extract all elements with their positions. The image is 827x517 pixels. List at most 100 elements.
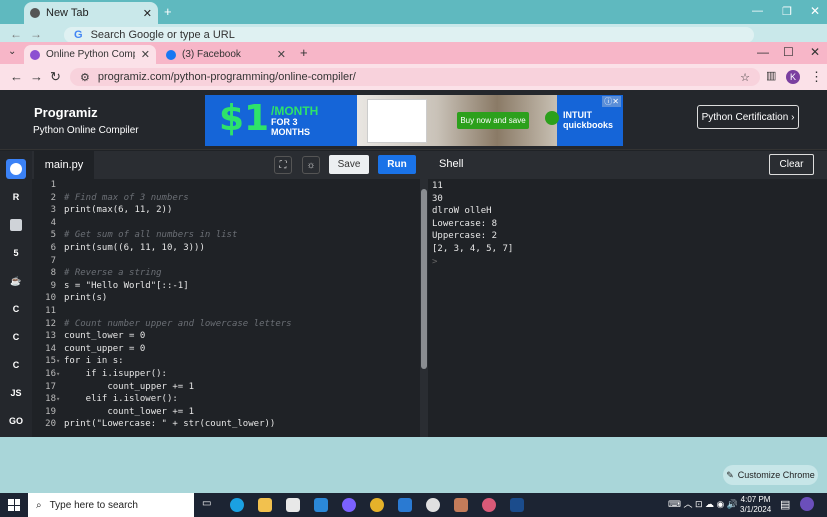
sidebar-item-python[interactable] <box>6 159 26 179</box>
sidebar-item-java[interactable]: ☕ <box>6 271 26 291</box>
clear-button[interactable]: Clear <box>769 154 814 175</box>
minimize-icon[interactable]: — <box>757 45 769 59</box>
bookmark-star-icon[interactable]: ☆ <box>740 71 750 84</box>
side-panel-icon[interactable]: ▥ <box>766 69 776 82</box>
python-certification-button[interactable]: Python Certification › <box>697 105 799 129</box>
maximize-icon[interactable]: ❐ <box>782 5 792 18</box>
sidebar-item-html[interactable]: 5 <box>6 243 26 263</box>
close-icon[interactable]: ✕ <box>143 7 152 20</box>
copilot-icon[interactable] <box>800 497 814 511</box>
code-line[interactable]: 1 <box>32 179 420 192</box>
tab-search-icon[interactable]: ⌄ <box>8 46 16 57</box>
code-line[interactable]: 16 ▾ if i.isupper(): <box>32 368 420 381</box>
editor-scrollbar-thumb[interactable] <box>421 189 427 369</box>
store-icon[interactable] <box>286 498 300 512</box>
code-editor[interactable]: 1 2 # Find max of 3 numbers 3 print(max(6, 1… <box>32 179 420 437</box>
file-explorer-icon[interactable] <box>258 498 272 512</box>
task-view-icon[interactable]: ▭ <box>202 498 216 512</box>
shell-output[interactable]: 11 30 dlroW olleH Lowercase: 8 Uppercase: 2[… <box>428 179 827 437</box>
fold-icon[interactable]: ▾ <box>56 355 64 368</box>
code-line[interactable]: 15 ▾ for i in s: <box>32 355 420 368</box>
fold-icon[interactable] <box>56 192 64 205</box>
code-line[interactable]: 3 print(max(6, 11, 2)) <box>32 204 420 217</box>
sidebar-item-cpp[interactable]: C <box>6 327 26 347</box>
ad-close-icon[interactable]: ⓘ✕ <box>602 96 621 107</box>
fold-icon[interactable]: ▾ <box>56 368 64 381</box>
chrome-profile-icon[interactable] <box>426 498 440 512</box>
fold-icon[interactable] <box>56 204 64 217</box>
profile-avatar[interactable]: K <box>786 70 800 84</box>
advertisement-banner[interactable]: $1 /MONTH FOR 3 MONTHS Buy now and save … <box>205 95 623 146</box>
maximize-icon[interactable]: ☐ <box>783 45 794 59</box>
chrome-active-icon[interactable] <box>454 498 468 512</box>
tab-facebook[interactable]: (3) Facebook ✕ <box>160 45 292 64</box>
fold-icon[interactable] <box>56 229 64 242</box>
vscode-icon[interactable] <box>398 498 412 512</box>
fold-icon[interactable] <box>56 280 64 293</box>
code-line[interactable]: 6 print(sum((6, 11, 10, 3))) <box>32 242 420 255</box>
save-button[interactable]: Save <box>329 155 369 174</box>
steam-icon[interactable] <box>510 498 524 512</box>
new-tab-icon[interactable]: + <box>300 45 308 60</box>
fold-icon[interactable] <box>56 305 64 318</box>
programiz-logo[interactable]: Programiz <box>34 105 98 120</box>
fold-icon[interactable]: ▾ <box>56 393 64 406</box>
fold-icon[interactable] <box>56 242 64 255</box>
sidebar-item-csharp[interactable]: C <box>6 355 26 375</box>
minimize-icon[interactable]: — <box>752 5 763 17</box>
site-info-icon[interactable]: ⚙ <box>80 71 90 84</box>
code-line[interactable]: 20 print("Lowercase: " + str(count_lower)… <box>32 418 420 431</box>
sidebar-item-c[interactable]: C <box>6 299 26 319</box>
close-icon[interactable]: ✕ <box>277 48 286 61</box>
run-button[interactable]: Run <box>378 155 416 174</box>
code-line[interactable]: 10 print(s) <box>32 292 420 305</box>
mail-icon[interactable] <box>314 498 328 512</box>
code-line[interactable]: 4 <box>32 217 420 230</box>
sidebar-item-r[interactable]: R <box>6 187 26 207</box>
taskbar-search-input[interactable]: ⌕ Type here to search <box>28 493 194 517</box>
back-icon[interactable]: ← <box>10 27 22 41</box>
fold-icon[interactable] <box>56 418 64 431</box>
fold-icon[interactable] <box>56 292 64 305</box>
theme-toggle-icon[interactable]: ☼ <box>302 156 320 174</box>
close-window-icon[interactable]: ✕ <box>810 45 820 59</box>
code-line[interactable]: 7 <box>32 255 420 268</box>
code-line[interactable]: 8 # Reverse a string <box>32 267 420 280</box>
sidebar-item-js[interactable]: JS <box>6 383 26 403</box>
code-line[interactable]: 17 count_upper += 1 <box>32 381 420 394</box>
fold-icon[interactable] <box>56 330 64 343</box>
code-line[interactable]: 12 # Count number upper and lowercase let… <box>32 318 420 331</box>
tab-programiz[interactable]: Online Python Compiler (Interp ✕ <box>24 45 156 64</box>
menu-dots-icon[interactable]: ⋮ <box>810 69 823 85</box>
code-line[interactable]: 11 <box>32 305 420 318</box>
shell-prompt[interactable]: > <box>432 256 823 269</box>
outer-omnibox[interactable]: G Search Google or type a URL <box>64 27 754 43</box>
reload-icon[interactable]: ↻ <box>50 69 61 85</box>
code-line[interactable]: 13 count_lower = 0 <box>32 330 420 343</box>
chrome-taskbar-icon[interactable] <box>370 498 384 512</box>
sidebar-item-sql[interactable] <box>6 215 26 235</box>
sidebar-item-go[interactable]: GO <box>6 411 26 431</box>
url-bar[interactable]: ⚙ programiz.com/python-programming/onlin… <box>70 68 760 86</box>
new-tab-icon[interactable]: + <box>164 4 172 19</box>
code-line[interactable]: 2 # Find max of 3 numbers <box>32 192 420 205</box>
code-line[interactable]: 5 # Get sum of all numbers in list <box>32 229 420 242</box>
forward-icon[interactable]: → <box>30 27 42 41</box>
fold-icon[interactable] <box>56 179 64 192</box>
file-tab-main-py[interactable]: main.py <box>34 151 94 179</box>
editor-scrollbar[interactable] <box>420 179 428 437</box>
code-line[interactable]: 9 s = "Hello World"[::-1] <box>32 280 420 293</box>
ad-cta-button[interactable]: Buy now and save <box>457 112 529 129</box>
chrome-pink-icon[interactable] <box>482 498 496 512</box>
fold-icon[interactable] <box>56 217 64 230</box>
fold-icon[interactable] <box>56 318 64 331</box>
notification-icon[interactable]: ▤ <box>780 498 790 511</box>
code-line[interactable]: 14 count_upper = 0 <box>32 343 420 356</box>
outer-tab-new-tab[interactable]: New Tab ✕ <box>24 2 158 24</box>
fold-icon[interactable] <box>56 406 64 419</box>
forward-icon[interactable]: → <box>30 69 43 84</box>
customize-chrome-button[interactable]: ✎ Customize Chrome <box>723 465 818 485</box>
close-window-icon[interactable]: ✕ <box>810 4 820 18</box>
edge-icon[interactable] <box>230 498 244 512</box>
system-tray-icons[interactable]: ⌨ ︿ ⊡ ☁ ◉ 🔊 <box>668 497 738 510</box>
